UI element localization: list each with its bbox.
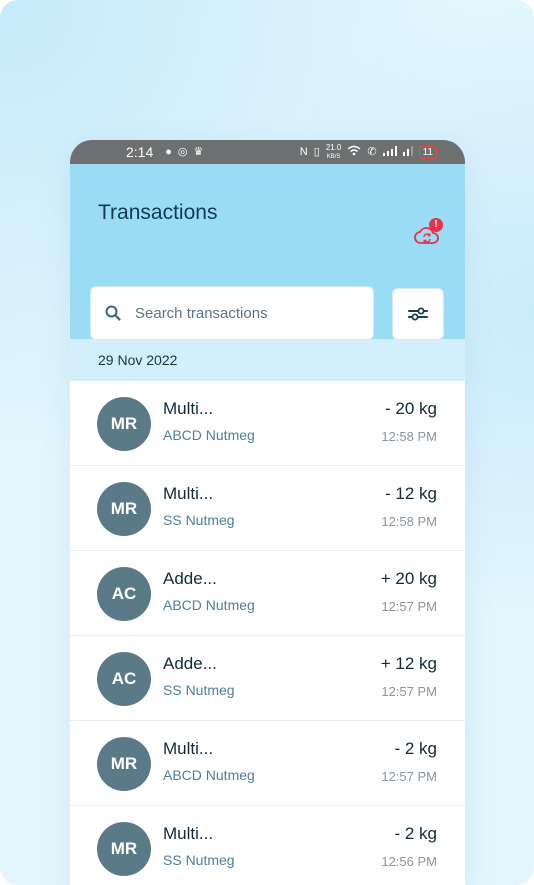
signal-icon-1 [382,145,397,159]
background-canvas: 2:14 ● ◎ ♛ N ▯ 21.0 KB/S ✆ 11 Transactio… [0,0,534,885]
crown-icon: ♛ [193,145,204,158]
transaction-account: SS Nutmeg [163,852,235,868]
search-box[interactable] [90,286,374,340]
transaction-row[interactable]: MR Multi... ABCD Nutmeg - 2 kg 12:57 PM [70,721,465,806]
transaction-amount: - 2 kg [394,739,437,758]
transaction-list: MR Multi... ABCD Nutmeg - 20 kg 12:58 PM… [70,381,465,885]
transaction-account: ABCD Nutmeg [163,767,255,783]
transaction-row[interactable]: MR Multi... ABCD Nutmeg - 20 kg 12:58 PM [70,381,465,466]
transaction-amount: - 12 kg [385,484,437,503]
transaction-account: ABCD Nutmeg [163,597,255,613]
transaction-time: 12:57 PM [381,769,437,784]
transaction-time: 12:58 PM [381,429,437,444]
battery-icon: 11 [418,145,437,159]
instagram-icon: ◎ [177,145,188,158]
network-speed: 21.0 KB/S [325,142,342,161]
phone-screen: 2:14 ● ◎ ♛ N ▯ 21.0 KB/S ✆ 11 Transactio… [70,140,465,885]
status-bar-right: N ▯ 21.0 KB/S ✆ 11 [299,142,437,161]
transaction-row[interactable]: MR Multi... SS Nutmeg - 2 kg 12:56 PM [70,806,465,885]
transaction-amount: + 20 kg [380,569,437,588]
filter-button[interactable] [392,288,444,340]
transaction-row[interactable]: AC Adde... SS Nutmeg + 12 kg 12:57 PM [70,636,465,721]
avatar: AC [97,567,151,621]
nfc-icon: N [299,145,308,158]
transaction-time: 12:57 PM [381,684,437,699]
chat-notification-icon: ● [165,145,172,158]
avatar: MR [97,397,151,451]
search-input[interactable] [133,303,357,323]
transaction-time: 12:56 PM [381,854,437,869]
status-time: 2:14 [126,144,154,160]
network-speed-value: 21.0 [325,142,342,152]
transaction-account: SS Nutmeg [163,512,235,528]
transaction-time: 12:57 PM [381,599,437,614]
avatar: MR [97,482,151,536]
cloud-sync-button[interactable]: ! [414,218,444,248]
transaction-name: Adde... [163,569,217,588]
filter-sliders-icon [408,307,428,321]
transaction-name: Multi... [163,739,214,758]
transaction-amount: - 2 kg [394,824,437,843]
transaction-account: ABCD Nutmeg [163,427,255,443]
avatar: MR [97,737,151,791]
wifi-icon [347,145,361,159]
network-speed-unit: KB/S [326,153,341,160]
transaction-account: SS Nutmeg [163,682,235,698]
status-bar-left: 2:14 ● ◎ ♛ [126,144,203,160]
call-icon: ✆ [367,145,377,158]
transaction-name: Multi... [163,399,214,418]
transaction-row[interactable]: MR Multi... SS Nutmeg - 12 kg 12:58 PM [70,466,465,551]
transaction-row[interactable]: AC Adde... ABCD Nutmeg + 20 kg 12:57 PM [70,551,465,636]
signal-icon-2 [402,145,413,159]
header: Transactions ! [70,164,465,340]
transaction-name: Adde... [163,654,217,673]
transaction-name: Multi... [163,484,214,503]
transaction-time: 12:58 PM [381,514,437,529]
page-title: Transactions [98,201,218,224]
search-icon [105,305,121,321]
date-group-header: 29 Nov 2022 [70,339,465,381]
notification-badge: ! [429,218,443,232]
status-bar: 2:14 ● ◎ ♛ N ▯ 21.0 KB/S ✆ 11 [70,140,465,164]
transaction-amount: - 20 kg [385,399,437,418]
avatar: AC [97,652,151,706]
transaction-amount: + 12 kg [380,654,437,673]
avatar: MR [97,822,151,876]
transaction-name: Multi... [163,824,214,843]
vibrate-icon: ▯ [313,145,320,158]
